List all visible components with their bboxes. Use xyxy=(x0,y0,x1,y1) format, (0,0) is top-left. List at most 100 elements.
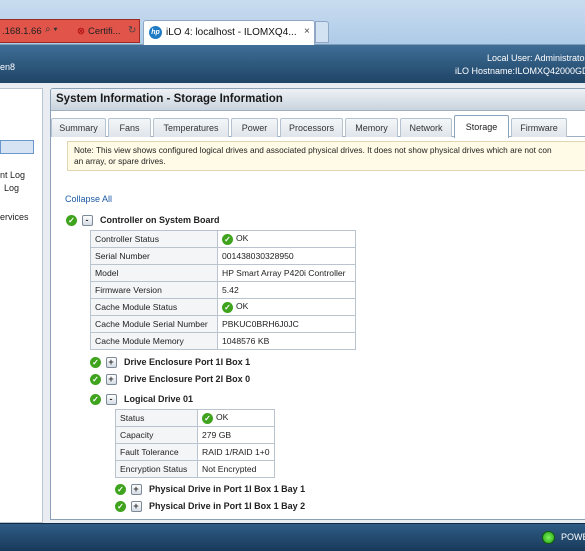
tab-network[interactable]: Network xyxy=(400,118,452,137)
certificate-error-button[interactable]: ⊗ Certifi... xyxy=(77,26,121,37)
enclosure-row: ✓ + Drive Enclosure Port 1I Box 1 xyxy=(90,357,251,369)
table-row: Encryption Status Not Encrypted xyxy=(115,460,275,478)
status-text: OK xyxy=(216,412,229,423)
cert-error-icon: ⊗ xyxy=(77,26,85,37)
controller-status-value: ✓ OK xyxy=(217,230,356,248)
expand-toggle-icon[interactable]: + xyxy=(130,484,142,496)
collapse-all-link[interactable]: Collapse All xyxy=(65,194,112,204)
page-title: System Information - Storage Information xyxy=(51,89,585,111)
expand-toggle-icon[interactable]: + xyxy=(105,374,117,386)
ld-fault-tolerance-value: RAID 1/RAID 1+0 xyxy=(197,443,275,461)
close-tab-icon[interactable]: × xyxy=(304,26,310,37)
table-row: Model HP Smart Array P420i Controller xyxy=(90,264,356,282)
controller-details-table: Controller Status ✓ OK Serial Number 0014… xyxy=(90,230,356,350)
tab-power[interactable]: Power xyxy=(231,118,278,137)
ok-status-icon: ✓ xyxy=(90,394,101,406)
table-row: Serial Number 001438030328950 xyxy=(90,247,356,265)
search-dropdown-icon[interactable]: ⌕ ▾ xyxy=(45,24,58,35)
serial-number-label: Serial Number xyxy=(90,247,218,265)
status-footer: POWE xyxy=(0,523,585,551)
tab-fans[interactable]: Fans xyxy=(108,118,151,137)
cache-module-status-value: ✓ OK xyxy=(217,298,356,316)
ok-status-icon: ✓ xyxy=(66,215,77,227)
power-status-icon[interactable] xyxy=(542,531,555,544)
browser-tab-active[interactable]: hp iLO 4: localhost - ILOMXQ4... × xyxy=(143,20,315,45)
controller-title: Controller on System Board xyxy=(100,215,220,225)
firmware-version-label: Firmware Version xyxy=(90,281,218,299)
cache-serial-label: Cache Module Serial Number xyxy=(90,315,218,333)
tab-memory[interactable]: Memory xyxy=(345,118,398,137)
physical-drive-title: Physical Drive in Port 1I Box 1 Bay 2 xyxy=(149,501,306,511)
tab-firmware[interactable]: Firmware xyxy=(511,118,567,137)
table-row: Cache Module Status ✓ OK xyxy=(90,298,356,316)
info-tabs: Summary Fans Temperatures Power Processo… xyxy=(51,115,585,138)
ok-status-icon: ✓ xyxy=(90,357,101,369)
physical-drive-row: ✓ + Physical Drive in Port 1I Box 1 Bay … xyxy=(115,484,306,496)
nav-item-event-log[interactable]: nt Log xyxy=(0,170,25,180)
left-navigation: nt Log Log ervices xyxy=(0,88,43,523)
note-line-2: an array, or spare drives. xyxy=(74,156,166,166)
storage-information-panel: System Information - Storage Information… xyxy=(50,88,585,520)
expand-toggle-icon[interactable]: + xyxy=(130,501,142,513)
hp-favicon-icon: hp xyxy=(149,26,162,39)
nav-selected-item[interactable] xyxy=(0,140,34,154)
tab-storage[interactable]: Storage xyxy=(454,115,509,138)
logical-drive-title: Logical Drive 01 xyxy=(124,394,194,404)
logical-drive-header: ✓ - Logical Drive 01 xyxy=(90,394,194,406)
status-text: OK xyxy=(236,301,249,312)
cache-serial-value: PBKUC0BRH6J0JC xyxy=(217,315,356,333)
ld-encryption-label: Encryption Status xyxy=(115,460,198,478)
certificate-label: Certifi... xyxy=(87,26,121,37)
brand-fragment: en8 xyxy=(0,62,16,72)
reload-icon[interactable]: ↻ xyxy=(128,25,136,36)
controller-status-label: Controller Status xyxy=(90,230,218,248)
address-bar[interactable]: .168.1.66 ⌕ ▾ ⊗ Certifi... ↻ xyxy=(0,19,140,43)
tab-processors[interactable]: Processors xyxy=(280,118,343,137)
ld-encryption-value: Not Encrypted xyxy=(197,460,275,478)
local-user: Local User: Administrato xyxy=(487,53,585,63)
cache-memory-label: Cache Module Memory xyxy=(90,332,218,350)
ok-status-icon: ✓ xyxy=(115,501,126,513)
ilo-hostname: iLO Hostname:ILOMXQ42000GD xyxy=(455,66,585,76)
controller-header: ✓ - Controller on System Board xyxy=(66,215,220,227)
physical-drive-title: Physical Drive in Port 1I Box 1 Bay 1 xyxy=(149,484,306,494)
ld-capacity-value: 279 GB xyxy=(197,426,275,444)
new-tab-button[interactable] xyxy=(315,21,329,43)
table-row: Firmware Version 5.42 xyxy=(90,281,356,299)
browser-tab-title: iLO 4: localhost - ILOMXQ4... xyxy=(166,27,297,38)
table-row: Controller Status ✓ OK xyxy=(90,230,356,248)
ok-status-icon: ✓ xyxy=(115,484,126,496)
ld-capacity-label: Capacity xyxy=(115,426,198,444)
storage-note: Note: This view shows configured logical… xyxy=(67,141,585,171)
expand-toggle-icon[interactable]: + xyxy=(105,357,117,369)
model-value: HP Smart Array P420i Controller xyxy=(217,264,356,282)
tab-summary[interactable]: Summary xyxy=(51,118,106,137)
collapse-toggle-icon[interactable]: - xyxy=(105,394,117,406)
enclosure-title: Drive Enclosure Port 1I Box 1 xyxy=(124,357,251,367)
ld-status-label: Status xyxy=(115,409,198,427)
table-row: Capacity 279 GB xyxy=(115,426,275,444)
tab-temperatures[interactable]: Temperatures xyxy=(153,118,229,137)
enclosure-row: ✓ + Drive Enclosure Port 2I Box 0 xyxy=(90,374,251,386)
nav-item-integrated-log[interactable]: Log xyxy=(4,183,19,193)
table-row: Status ✓ OK xyxy=(115,409,275,427)
enclosure-title: Drive Enclosure Port 2I Box 0 xyxy=(124,374,251,384)
status-text: OK xyxy=(236,233,249,244)
note-line-1: Note: This view shows configured logical… xyxy=(74,145,552,155)
address-text[interactable]: .168.1.66 xyxy=(2,26,42,37)
ilo-header: en8 Local User: Administrato iLO Hostnam… xyxy=(0,45,585,83)
table-row: Fault Tolerance RAID 1/RAID 1+0 xyxy=(115,443,275,461)
ok-status-icon: ✓ xyxy=(222,301,233,313)
table-row: Cache Module Serial Number PBKUC0BRH6J0J… xyxy=(90,315,356,333)
physical-drive-row: ✓ + Physical Drive in Port 1I Box 1 Bay … xyxy=(115,501,306,513)
table-row: Cache Module Memory 1048576 KB xyxy=(90,332,356,350)
browser-toolbar: .168.1.66 ⌕ ▾ ⊗ Certifi... ↻ hp iLO 4: lo… xyxy=(0,0,585,45)
serial-number-value: 001438030328950 xyxy=(217,247,356,265)
cache-memory-value: 1048576 KB xyxy=(217,332,356,350)
cache-module-status-label: Cache Module Status xyxy=(90,298,218,316)
collapse-toggle-icon[interactable]: - xyxy=(81,215,93,227)
logical-drive-table: Status ✓ OK Capacity 279 GB Fault Toleran… xyxy=(115,409,275,478)
ld-fault-tolerance-label: Fault Tolerance xyxy=(115,443,198,461)
ld-status-value: ✓ OK xyxy=(197,409,275,427)
nav-item-services[interactable]: ervices xyxy=(0,212,29,222)
